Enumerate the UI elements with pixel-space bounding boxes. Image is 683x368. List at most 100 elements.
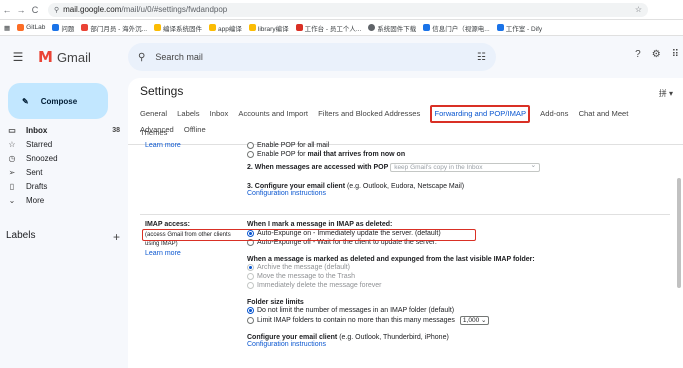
radio[interactable] [247, 317, 254, 324]
radio[interactable] [247, 151, 254, 158]
apps-grid-icon[interactable]: ⠿ [672, 49, 679, 60]
bookmark-workbench[interactable]: 工作台 - 员工个人... [295, 23, 361, 33]
inbox-icon: ▭ [8, 125, 16, 135]
site-info-icon[interactable]: ⚲ [54, 6, 59, 14]
tab-accounts[interactable]: Accounts and Import [238, 107, 308, 121]
bookmark-label: GitLab [26, 24, 46, 31]
input-tools-icon[interactable]: 拼 ▾ [659, 88, 673, 99]
bookmark-dify[interactable]: 工作室 - Dify [496, 23, 543, 33]
pop-options: Enable POP for all mail Enable POP for m… [247, 141, 405, 159]
gmail-logo[interactable]: M Gmail [38, 48, 91, 66]
archive-option[interactable]: Archive the message (default) [247, 263, 667, 272]
apps-grid-icon[interactable]: ▦ [4, 24, 10, 32]
pop-config-link[interactable]: Configuration instructions [247, 190, 464, 197]
radio-selected[interactable] [247, 264, 254, 271]
tab-themes[interactable]: Themes [140, 128, 167, 137]
radio-selected[interactable] [247, 307, 254, 314]
tab-chat-meet[interactable]: Chat and Meet [579, 107, 629, 121]
help-icon[interactable]: ? [635, 49, 641, 60]
bookmark-gitlab[interactable]: GitLab [17, 24, 45, 31]
sidebar-item-drafts[interactable]: ▯ Drafts [0, 179, 126, 193]
draft-icon: ▯ [9, 181, 15, 191]
bookmark-issues[interactable]: 问题 [52, 23, 74, 33]
radio[interactable] [247, 273, 254, 280]
sidebar-item-label: Sent [26, 167, 43, 177]
tab-inbox[interactable]: Inbox [210, 107, 229, 121]
bookmark-app[interactable]: app编译 [209, 23, 242, 33]
settings-gear-icon[interactable]: ⚙ [652, 49, 661, 60]
dept-icon [81, 24, 89, 31]
add-label-icon[interactable]: + [113, 230, 120, 244]
portal-icon [423, 24, 431, 31]
search-options-icon[interactable]: ☷ [477, 52, 486, 63]
main-menu-icon[interactable]: ☰ [8, 50, 28, 64]
pop-all-mail-option[interactable]: Enable POP for all mail [247, 141, 405, 150]
bookmark-dept[interactable]: 部门月员 - 海外沉... [81, 23, 147, 33]
tab-labels[interactable]: Labels [177, 107, 199, 121]
bookmark-download[interactable]: 系统固件下载 [368, 23, 416, 33]
bookmark-label: 工作室 - Dify [505, 25, 543, 33]
tab-general[interactable]: General [140, 107, 167, 121]
delete-forever-option[interactable]: Immediately delete the message forever [247, 281, 667, 290]
sidebar-item-more[interactable]: ⌄ More [0, 193, 126, 207]
bookmark-library[interactable]: library编译 [248, 23, 289, 33]
scrollbar[interactable] [677, 178, 681, 288]
search-input[interactable]: Search mail [155, 52, 203, 62]
trash-option[interactable]: Move the message to the Trash [247, 272, 667, 281]
unread-count: 38 [112, 126, 120, 134]
forward-icon[interactable]: → [14, 5, 28, 15]
radio[interactable] [247, 142, 254, 149]
learn-more-link[interactable]: Learn more [145, 250, 181, 257]
section-divider [140, 214, 670, 215]
pop-from-now-option[interactable]: Enable POP for mail that arrives from no… [247, 150, 405, 159]
search-icon[interactable]: ⚲ [138, 52, 145, 63]
tab-filters[interactable]: Filters and Blocked Addresses [318, 107, 420, 121]
folder-limit-select[interactable]: 1,000 ⌄ [459, 316, 490, 325]
browser-toolbar: ← → C ⚲ mail.google.com/mail/u/0/#settin… [0, 0, 683, 20]
bookmark-firmware[interactable]: 编译系统固件 [154, 23, 202, 33]
bookmark-label: 信息门户（视源电... [432, 25, 490, 33]
header-actions: ? ⚙ ⠿ [635, 49, 679, 60]
radio[interactable] [247, 282, 254, 289]
library-icon [248, 24, 256, 31]
url-host: mail.google.com [63, 5, 122, 14]
limit-option[interactable]: Limit IMAP folders to contain no more th… [247, 315, 667, 326]
tab-forwarding-pop-imap[interactable]: Forwarding and POP/IMAP [430, 105, 531, 123]
no-limit-option[interactable]: Do not limit the number of messages in a… [247, 306, 667, 315]
tab-offline[interactable]: Offline [184, 123, 206, 137]
labels-section: Labels + [6, 230, 120, 244]
sidebar-item-sent[interactable]: ➢ Sent [0, 165, 126, 179]
bookmark-label: app编译 [218, 25, 242, 33]
bookmark-star-icon[interactable]: ☆ [635, 5, 642, 14]
bookmark-portal[interactable]: 信息门户（视源电... [423, 23, 490, 33]
app-icon [209, 24, 217, 31]
back-icon[interactable]: ← [0, 5, 14, 15]
nav-list: ▭ Inbox 38 ☆ Starred ◷ Snoozed ➢ Sent ▯ Drafts… [0, 123, 126, 207]
sidebar-item-inbox[interactable]: ▭ Inbox 38 [0, 123, 126, 137]
address-bar[interactable]: ⚲ mail.google.com/mail/u/0/#settings/fwd… [48, 2, 648, 17]
tab-addons[interactable]: Add-ons [540, 107, 568, 121]
bookmark-label: 系统固件下载 [377, 25, 417, 33]
compose-button[interactable]: ✎ Compose [8, 83, 108, 119]
bookmarks-bar: ▦ GitLab 问题 部门月员 - 海外沉... 编译系统固件 app编译 l… [0, 20, 683, 36]
sidebar-item-label: Inbox [26, 125, 48, 135]
deleted-header: When I mark a message in IMAP as deleted… [247, 221, 393, 228]
gmail-m-icon: M [38, 48, 53, 66]
labels-title: Labels [6, 230, 36, 241]
option-prefix: Enable POP for [257, 151, 308, 158]
expunged-header: When a message is marked as deleted and … [247, 256, 535, 263]
search-bar[interactable]: ⚲ Search mail ☷ [128, 43, 496, 71]
sidebar-item-snoozed[interactable]: ◷ Snoozed [0, 151, 126, 165]
imap-learn-more: Learn more [145, 250, 181, 257]
sidebar-item-starred[interactable]: ☆ Starred [0, 137, 126, 151]
pencil-icon: ✎ [22, 96, 29, 106]
pop-access-label: 2. When messages are accessed with POP [247, 164, 389, 171]
learn-more-link[interactable]: Learn more [145, 142, 181, 149]
pop-access-select[interactable]: keep Gmail's copy in the Inbox [390, 162, 541, 172]
settings-panel: Settings 拼 ▾ General Labels Inbox Accoun… [128, 78, 683, 368]
pop-learn-more-link: Learn more [145, 142, 181, 149]
download-icon [368, 24, 376, 31]
reload-icon[interactable]: C [28, 5, 42, 15]
client-config-row: Configure your email client (e.g. Outloo… [247, 334, 667, 341]
imap-config-link[interactable]: Configuration instructions [247, 341, 667, 348]
